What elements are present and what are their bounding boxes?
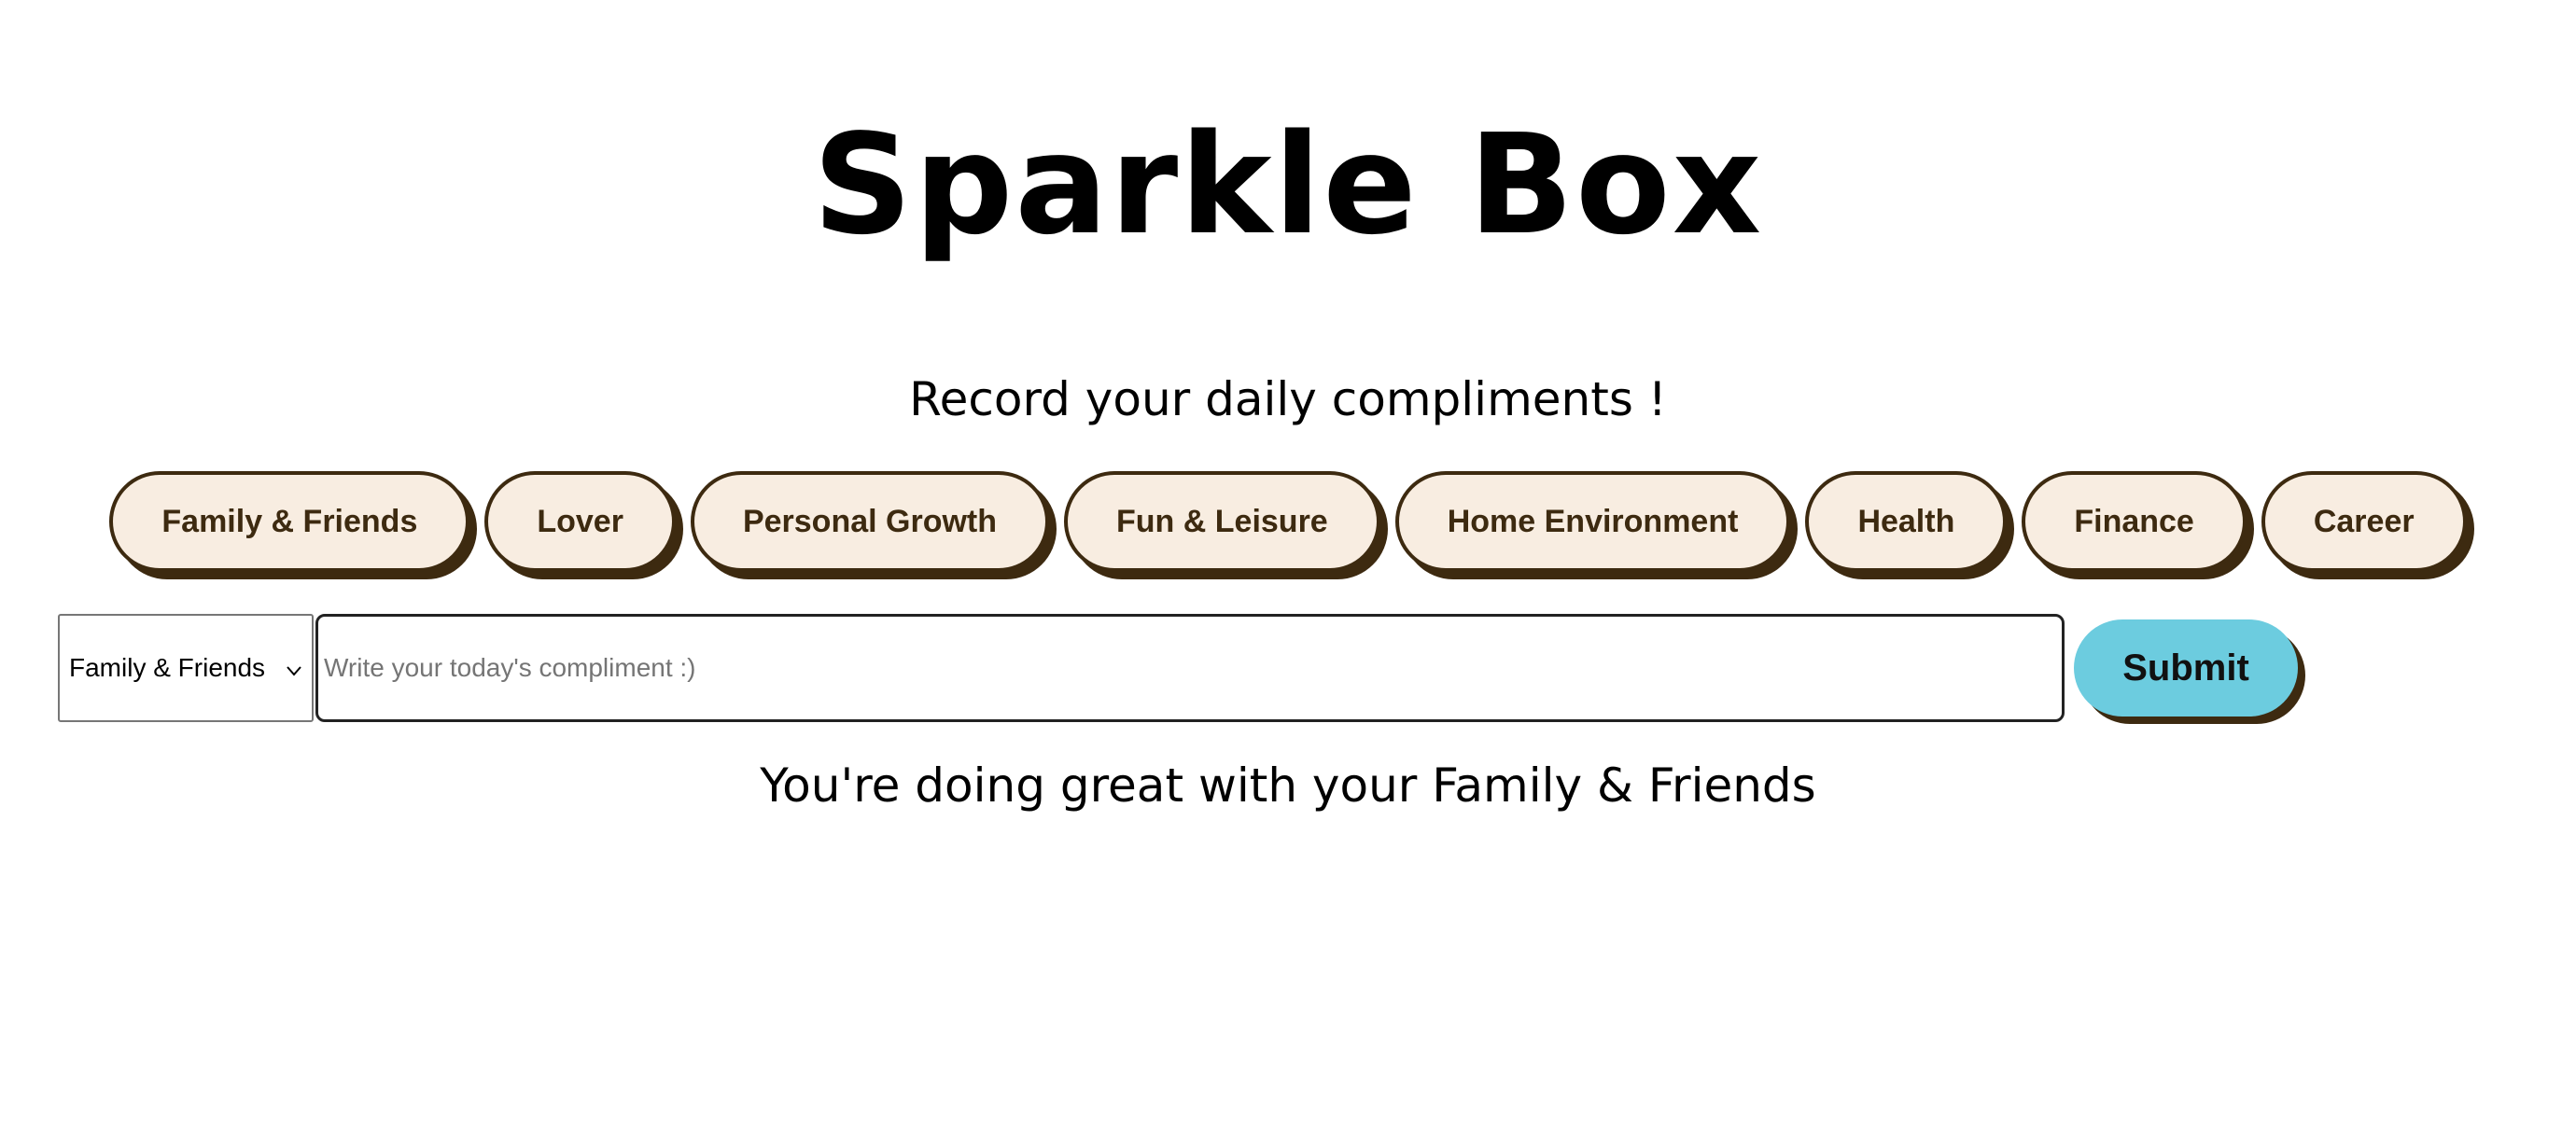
submit-button[interactable]: Submit [2074, 619, 2298, 717]
category-select[interactable]: Family & Friends [58, 614, 314, 722]
category-button-personal-growth[interactable]: Personal Growth [690, 471, 1050, 572]
category-button-health[interactable]: Health [1805, 471, 2008, 572]
category-button-finance[interactable]: Finance [2022, 471, 2247, 572]
subtitle: Record your daily compliments ! [909, 372, 1667, 426]
compliment-input[interactable] [315, 614, 2065, 722]
category-button-family-friends[interactable]: Family & Friends [109, 471, 470, 572]
compliment-form: Family & Friends Submit [58, 614, 2298, 722]
page: Sparkle Box Record your daily compliment… [0, 0, 2576, 1127]
category-button-home-environment[interactable]: Home Environment [1394, 471, 1791, 572]
app-title: Sparkle Box [812, 104, 1764, 265]
chevron-down-icon [284, 658, 304, 678]
category-button-bar: Family & Friends Lover Personal Growth F… [0, 471, 2576, 583]
category-select-value: Family & Friends [69, 653, 266, 682]
category-button-fun-leisure[interactable]: Fun & Leisure [1064, 471, 1380, 572]
category-button-lover[interactable]: Lover [484, 471, 676, 572]
status-message: You're doing great with your Family & Fr… [760, 758, 1816, 813]
category-button-career[interactable]: Career [2261, 471, 2467, 572]
